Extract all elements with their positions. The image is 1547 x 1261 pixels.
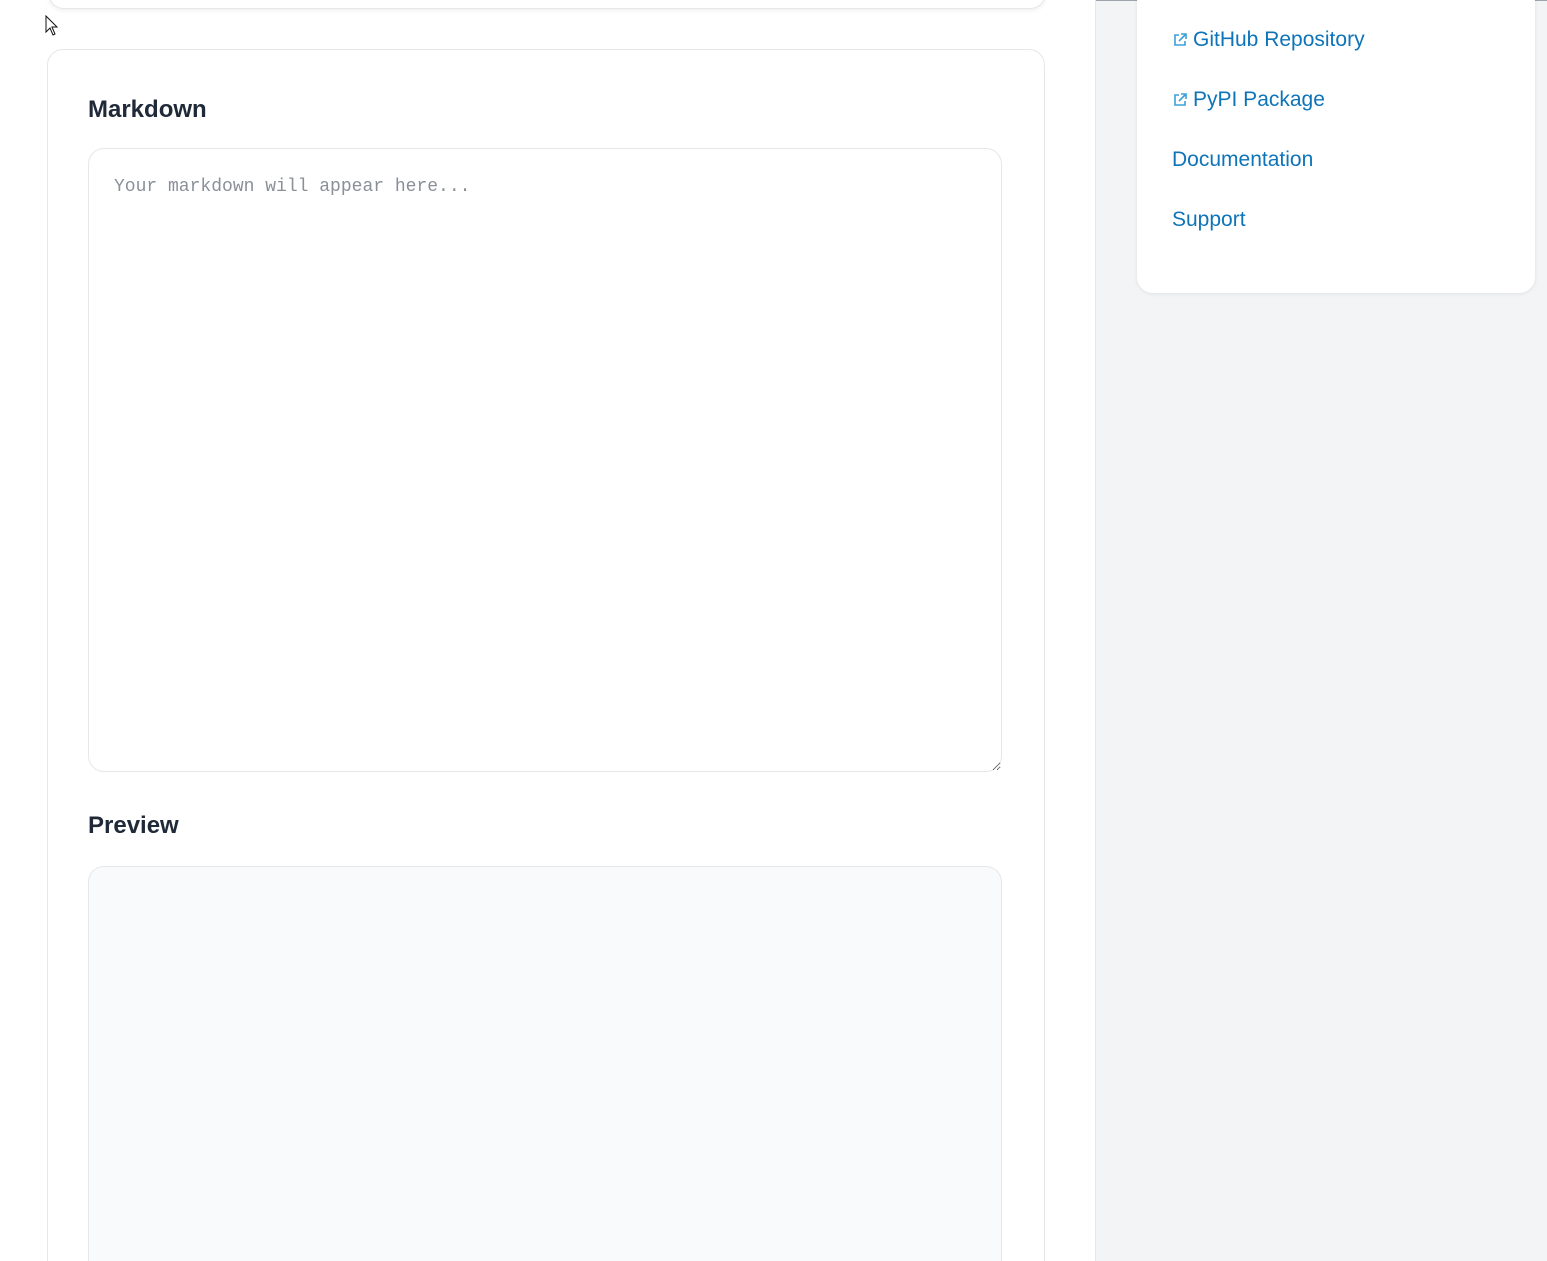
- preview-panel: [88, 866, 1002, 1261]
- preview-section-title: Preview: [88, 812, 179, 839]
- github-repository-link-label: GitHub Repository: [1193, 28, 1365, 51]
- github-repository-link[interactable]: GitHub Repository: [1172, 28, 1365, 52]
- pypi-package-link-label: PyPI Package: [1193, 88, 1325, 111]
- markdown-card: Markdown Preview: [47, 49, 1045, 1261]
- page: Markdown Preview GitHub Repository: [0, 0, 1547, 1261]
- support-link-label: Support: [1172, 208, 1246, 231]
- external-link-icon: [1174, 93, 1187, 106]
- support-link[interactable]: Support: [1172, 208, 1246, 232]
- markdown-input[interactable]: [88, 148, 1002, 772]
- markdown-section-title: Markdown: [88, 96, 207, 123]
- pypi-package-link[interactable]: PyPI Package: [1172, 88, 1325, 112]
- previous-card: [48, 0, 1046, 9]
- documentation-link-label: Documentation: [1172, 148, 1314, 171]
- main-content: Markdown Preview: [0, 0, 1095, 1261]
- sidebar: GitHub Repository PyPI Package Documenta…: [1095, 0, 1547, 1261]
- mouse-cursor-icon: [45, 15, 59, 36]
- documentation-link[interactable]: Documentation: [1172, 148, 1313, 172]
- external-link-icon: [1174, 33, 1187, 46]
- links-card: GitHub Repository PyPI Package Documenta…: [1137, 0, 1535, 293]
